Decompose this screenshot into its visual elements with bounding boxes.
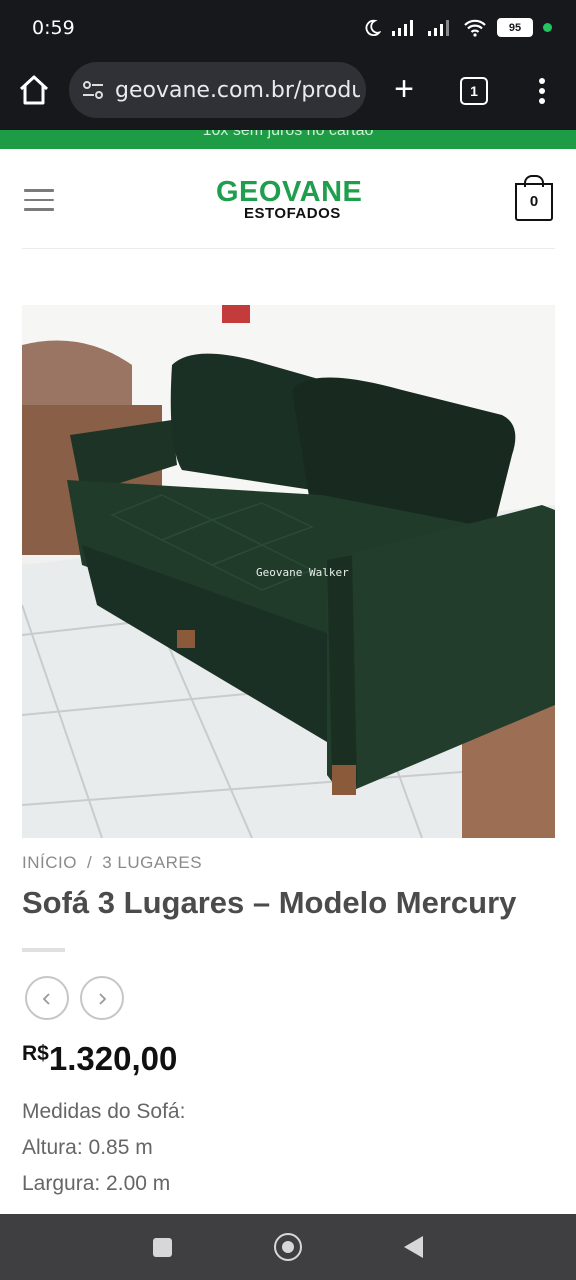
signal-icon-2 bbox=[428, 19, 449, 36]
moon-icon bbox=[365, 19, 381, 36]
title-divider bbox=[22, 948, 65, 952]
breadcrumb-home-link[interactable]: INÍCIO bbox=[22, 853, 77, 872]
url-text[interactable]: geovane.com.br/produt bbox=[115, 78, 360, 103]
recent-apps-icon[interactable] bbox=[153, 1238, 172, 1257]
next-product-button[interactable] bbox=[80, 976, 124, 1020]
wifi-icon bbox=[464, 19, 486, 37]
home-button-icon[interactable] bbox=[274, 1233, 302, 1261]
previous-product-button[interactable] bbox=[25, 976, 69, 1020]
price-value: 1.320,00 bbox=[48, 1040, 178, 1077]
product-title: Sofá 3 Lugares – Modelo Mercury bbox=[22, 885, 517, 920]
status-bar: 0:59 95 bbox=[0, 0, 576, 60]
chevron-left-icon bbox=[42, 992, 50, 1005]
product-price: R$1.320,00 bbox=[22, 1040, 177, 1078]
description-line: Altura: 0.85 m bbox=[22, 1136, 153, 1159]
more-menu-icon[interactable] bbox=[530, 74, 554, 108]
status-time: 0:59 bbox=[32, 17, 75, 39]
status-icons: 95 bbox=[363, 18, 552, 37]
logo-main-text: GEOVANE bbox=[216, 176, 363, 208]
site-logo[interactable]: GEOVANE ESTOFADOS bbox=[216, 177, 366, 222]
address-bar[interactable]: geovane.com.br/produt bbox=[69, 62, 366, 118]
breadcrumb-separator: / bbox=[86, 853, 93, 872]
breadcrumb: INÍCIO / 3 LUGARES bbox=[22, 853, 202, 873]
battery-icon: 95 bbox=[497, 18, 533, 37]
home-icon[interactable] bbox=[16, 72, 52, 108]
site-header: GEOVANE ESTOFADOS 0 bbox=[0, 149, 576, 249]
description-line: Largura: 2.00 m bbox=[22, 1172, 171, 1195]
system-navigation-bar bbox=[0, 1214, 576, 1280]
back-icon[interactable] bbox=[404, 1236, 423, 1258]
hamburger-menu-icon[interactable] bbox=[24, 189, 54, 211]
privacy-dot-icon bbox=[543, 23, 552, 32]
header-divider bbox=[22, 248, 555, 249]
signal-icon bbox=[392, 19, 413, 36]
promo-bar: 10x sem juros no cartão bbox=[0, 130, 576, 149]
promo-text: 10x sem juros no cartão bbox=[202, 130, 374, 139]
product-image[interactable]: Geovane Walker bbox=[22, 305, 555, 838]
chevron-right-icon bbox=[99, 992, 107, 1005]
browser-toolbar: geovane.com.br/produt + 1 bbox=[0, 60, 576, 130]
site-settings-icon[interactable] bbox=[81, 78, 105, 102]
cart-button[interactable]: 0 bbox=[514, 175, 554, 221]
image-watermark: Geovane Walker bbox=[256, 566, 349, 579]
new-tab-icon[interactable]: + bbox=[388, 72, 420, 106]
tab-switcher-button[interactable]: 1 bbox=[460, 77, 488, 105]
cart-count: 0 bbox=[515, 183, 553, 221]
logo-sub-text: ESTOFADOS bbox=[244, 205, 341, 222]
breadcrumb-category-link[interactable]: 3 LUGARES bbox=[102, 853, 202, 872]
description-line: Medidas do Sofá: bbox=[22, 1100, 186, 1123]
price-currency: R$ bbox=[22, 1042, 49, 1065]
